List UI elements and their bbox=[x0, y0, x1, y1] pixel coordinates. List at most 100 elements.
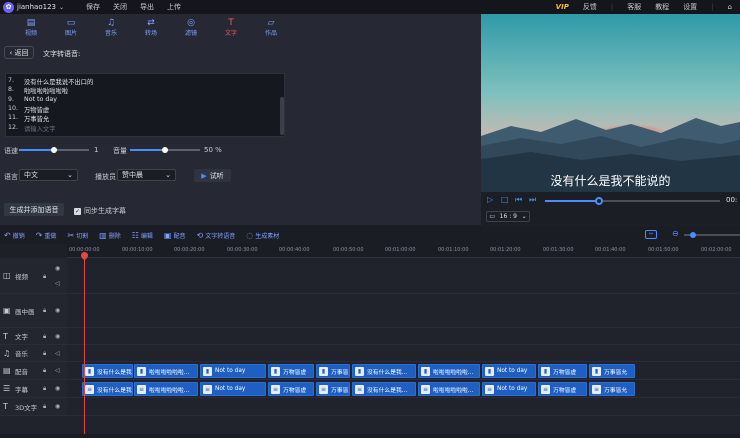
eye-icon[interactable]: ◉ bbox=[55, 385, 60, 392]
subtitle-clip[interactable]: ≡万事皆允 bbox=[589, 382, 635, 396]
eye-icon[interactable]: ◉ bbox=[55, 265, 60, 272]
speed-slider-knob[interactable] bbox=[51, 147, 57, 153]
dub-clip[interactable]: ▮万事皆允 bbox=[589, 364, 635, 378]
text-area-scrollbar[interactable] bbox=[280, 97, 284, 135]
lock-icon[interactable]: 🔒︎ bbox=[43, 367, 46, 375]
menu-export[interactable]: 导出 bbox=[140, 2, 154, 12]
username[interactable]: jianhao123 bbox=[17, 3, 56, 11]
zoom-slider[interactable] bbox=[684, 232, 740, 238]
subtitle-clip[interactable]: ≡没有什么是我... bbox=[352, 382, 416, 396]
lock-icon[interactable]: 🔒︎ bbox=[43, 385, 46, 393]
dub-clip[interactable]: ▮没有什么是我... bbox=[82, 364, 133, 378]
dub-clip[interactable]: ▮没有什么是我... bbox=[352, 364, 416, 378]
tab-works[interactable]: ▱ 作品 bbox=[251, 14, 291, 40]
undo-button[interactable]: ↶ 撤销 bbox=[4, 231, 25, 240]
playback-progress[interactable] bbox=[545, 197, 720, 205]
volume-slider-knob[interactable] bbox=[162, 147, 168, 153]
menu-save[interactable]: 保存 bbox=[86, 2, 100, 12]
menu-tutorial[interactable]: 教程 bbox=[655, 2, 669, 12]
subtitle-clip[interactable]: ≡没有什么是我... bbox=[82, 382, 133, 396]
menu-upload[interactable]: 上传 bbox=[167, 2, 181, 12]
dub-clip[interactable]: ▮ 万物皆虚 bbox=[538, 364, 587, 378]
delete-button[interactable]: ▥ 删除 bbox=[99, 231, 121, 240]
trial-listen-button[interactable]: ▶ 试听 bbox=[194, 169, 231, 182]
image-icon: ▭ bbox=[66, 17, 76, 28]
timeline-ruler[interactable]: 00:00:00:00 00:00:10:00 00:00:20:00 00:00:3… bbox=[67, 244, 740, 258]
lock-icon[interactable]: 🔒︎ bbox=[43, 273, 46, 281]
tab-text[interactable]: T 文字 bbox=[211, 14, 251, 40]
dub-clip[interactable]: ▮ 啦啦啦啦啦啦... bbox=[134, 364, 198, 378]
dub-clip[interactable]: ▮ Not to day bbox=[200, 364, 266, 378]
vip-badge[interactable]: VIP bbox=[556, 3, 569, 11]
subtitle-clip[interactable]: ≡万事皆允 bbox=[316, 382, 350, 396]
tab-transition[interactable]: ⇄ 转场 bbox=[131, 14, 171, 40]
dub-clip[interactable]: ▮ 万物皆虚 bbox=[268, 364, 314, 378]
volume-icon[interactable]: ◁ bbox=[55, 350, 60, 357]
eye-icon[interactable]: ◉ bbox=[55, 307, 60, 314]
timeline-horizontal-scrollbar[interactable] bbox=[0, 434, 740, 438]
panel-title: 文字转语音: bbox=[43, 50, 81, 58]
lock-icon[interactable]: 🔒︎ bbox=[43, 350, 46, 358]
tts-text-area[interactable]: 7. 没有什么是我说不出口的 8. 啦啦啦啦啦啦啦 9. Not to day 10.… bbox=[5, 73, 285, 137]
volume-slider[interactable] bbox=[130, 147, 200, 153]
eye-icon[interactable]: ◉ bbox=[55, 333, 60, 340]
subtitle-icon: ≡ bbox=[203, 384, 212, 394]
folder-icon: ▱ bbox=[267, 17, 275, 28]
text-to-speech-button[interactable]: ⟲ 文字转语音 bbox=[197, 231, 236, 240]
subtitle-clip[interactable]: ≡ 万物皆虚 bbox=[538, 382, 587, 396]
dub-clip[interactable]: ▮万事皆允 bbox=[316, 364, 350, 378]
sync-subtitle-checkbox[interactable]: ✓ 同步生成字幕 bbox=[74, 206, 126, 216]
chevron-down-icon[interactable]: ⌄ bbox=[59, 4, 64, 11]
ruler-tick-label: 00:02:00:00 bbox=[701, 247, 732, 253]
tab-video[interactable]: ▤ 视频 bbox=[11, 14, 51, 40]
clip-label: 啦啦啦啦啦啦... bbox=[433, 369, 474, 376]
redo-button[interactable]: ↷ 重做 bbox=[36, 231, 57, 240]
subtitle-clip[interactable]: ≡ Not to day bbox=[482, 382, 536, 396]
track-video: ◫ 视频 🔒︎ ◉ ◁ bbox=[0, 258, 740, 294]
mic-icon: ▮ bbox=[319, 366, 328, 376]
lock-icon[interactable]: 🔒︎ bbox=[43, 307, 46, 315]
zoom-slider-knob[interactable] bbox=[690, 232, 696, 238]
previous-frame-icon[interactable]: ⏮ bbox=[515, 195, 522, 205]
dub-clip[interactable]: ▮ Not to day bbox=[482, 364, 536, 378]
menu-support[interactable]: 客服 bbox=[627, 2, 641, 12]
back-button[interactable]: ‹ 返回 bbox=[4, 46, 34, 59]
menu-close[interactable]: 关闭 bbox=[113, 2, 127, 12]
subtitle-clip[interactable]: ≡ 万物皆虚 bbox=[268, 382, 314, 396]
playback-progress-knob[interactable] bbox=[594, 197, 603, 205]
dub-clip[interactable]: ▮ 啦啦啦啦啦啦... bbox=[418, 364, 480, 378]
subtitle-clip[interactable]: ≡ 啦啦啦啦啦啦... bbox=[418, 382, 480, 396]
tab-image[interactable]: ▭ 图片 bbox=[51, 14, 91, 40]
file-menu: 保存 关闭 导出 上传 bbox=[86, 2, 181, 12]
tab-filter[interactable]: ◎ 滤镜 bbox=[171, 14, 211, 40]
eye-icon[interactable]: ◉ bbox=[55, 403, 60, 410]
tab-music[interactable]: ♫ 音乐 bbox=[91, 14, 131, 40]
fit-timeline-icon[interactable]: ↔ bbox=[645, 230, 657, 239]
filter-icon: ◎ bbox=[187, 17, 195, 28]
volume-icon[interactable]: ◁ bbox=[55, 367, 60, 374]
home-icon[interactable]: ⌂ bbox=[728, 3, 732, 11]
play-icon[interactable]: ▷ bbox=[487, 195, 493, 204]
clip-label: 万物皆虚 bbox=[553, 387, 577, 394]
stop-icon[interactable]: □ bbox=[501, 195, 509, 204]
language-select[interactable]: 中文 ⌄ bbox=[19, 169, 78, 181]
subtitle-clip[interactable]: ≡ 啦啦啦啦啦啦... bbox=[134, 382, 198, 396]
speaker-select[interactable]: 赞中晨 ⌄ bbox=[117, 169, 176, 181]
speed-slider[interactable] bbox=[19, 147, 89, 153]
aspect-ratio-select[interactable]: ▭ 16 : 9 ⌄ bbox=[486, 211, 530, 222]
menu-settings[interactable]: 设置 bbox=[683, 2, 697, 12]
zoom-out-icon[interactable]: ⊖ bbox=[672, 229, 679, 238]
subtitle-clip[interactable]: ≡ Not to day bbox=[200, 382, 266, 396]
lock-icon[interactable]: 🔒︎ bbox=[43, 333, 46, 341]
lock-icon[interactable]: 🔒︎ bbox=[43, 403, 46, 411]
volume-icon[interactable]: ◁ bbox=[55, 280, 60, 287]
clip-label: Not to day bbox=[497, 386, 528, 392]
playhead[interactable] bbox=[84, 252, 85, 438]
cut-button[interactable]: ✂ 切割 bbox=[67, 231, 88, 240]
next-frame-icon[interactable]: ⏭ bbox=[529, 195, 536, 205]
edit-button[interactable]: ☷ 编辑 bbox=[132, 231, 153, 240]
generate-add-voice-button[interactable]: 生成并添加语音 bbox=[4, 203, 64, 216]
generate-material-button[interactable]: ◌ 生成素材 bbox=[246, 231, 279, 240]
dub-button[interactable]: ▣ 配音 bbox=[164, 231, 186, 240]
menu-feedback[interactable]: 反馈 bbox=[583, 2, 597, 12]
